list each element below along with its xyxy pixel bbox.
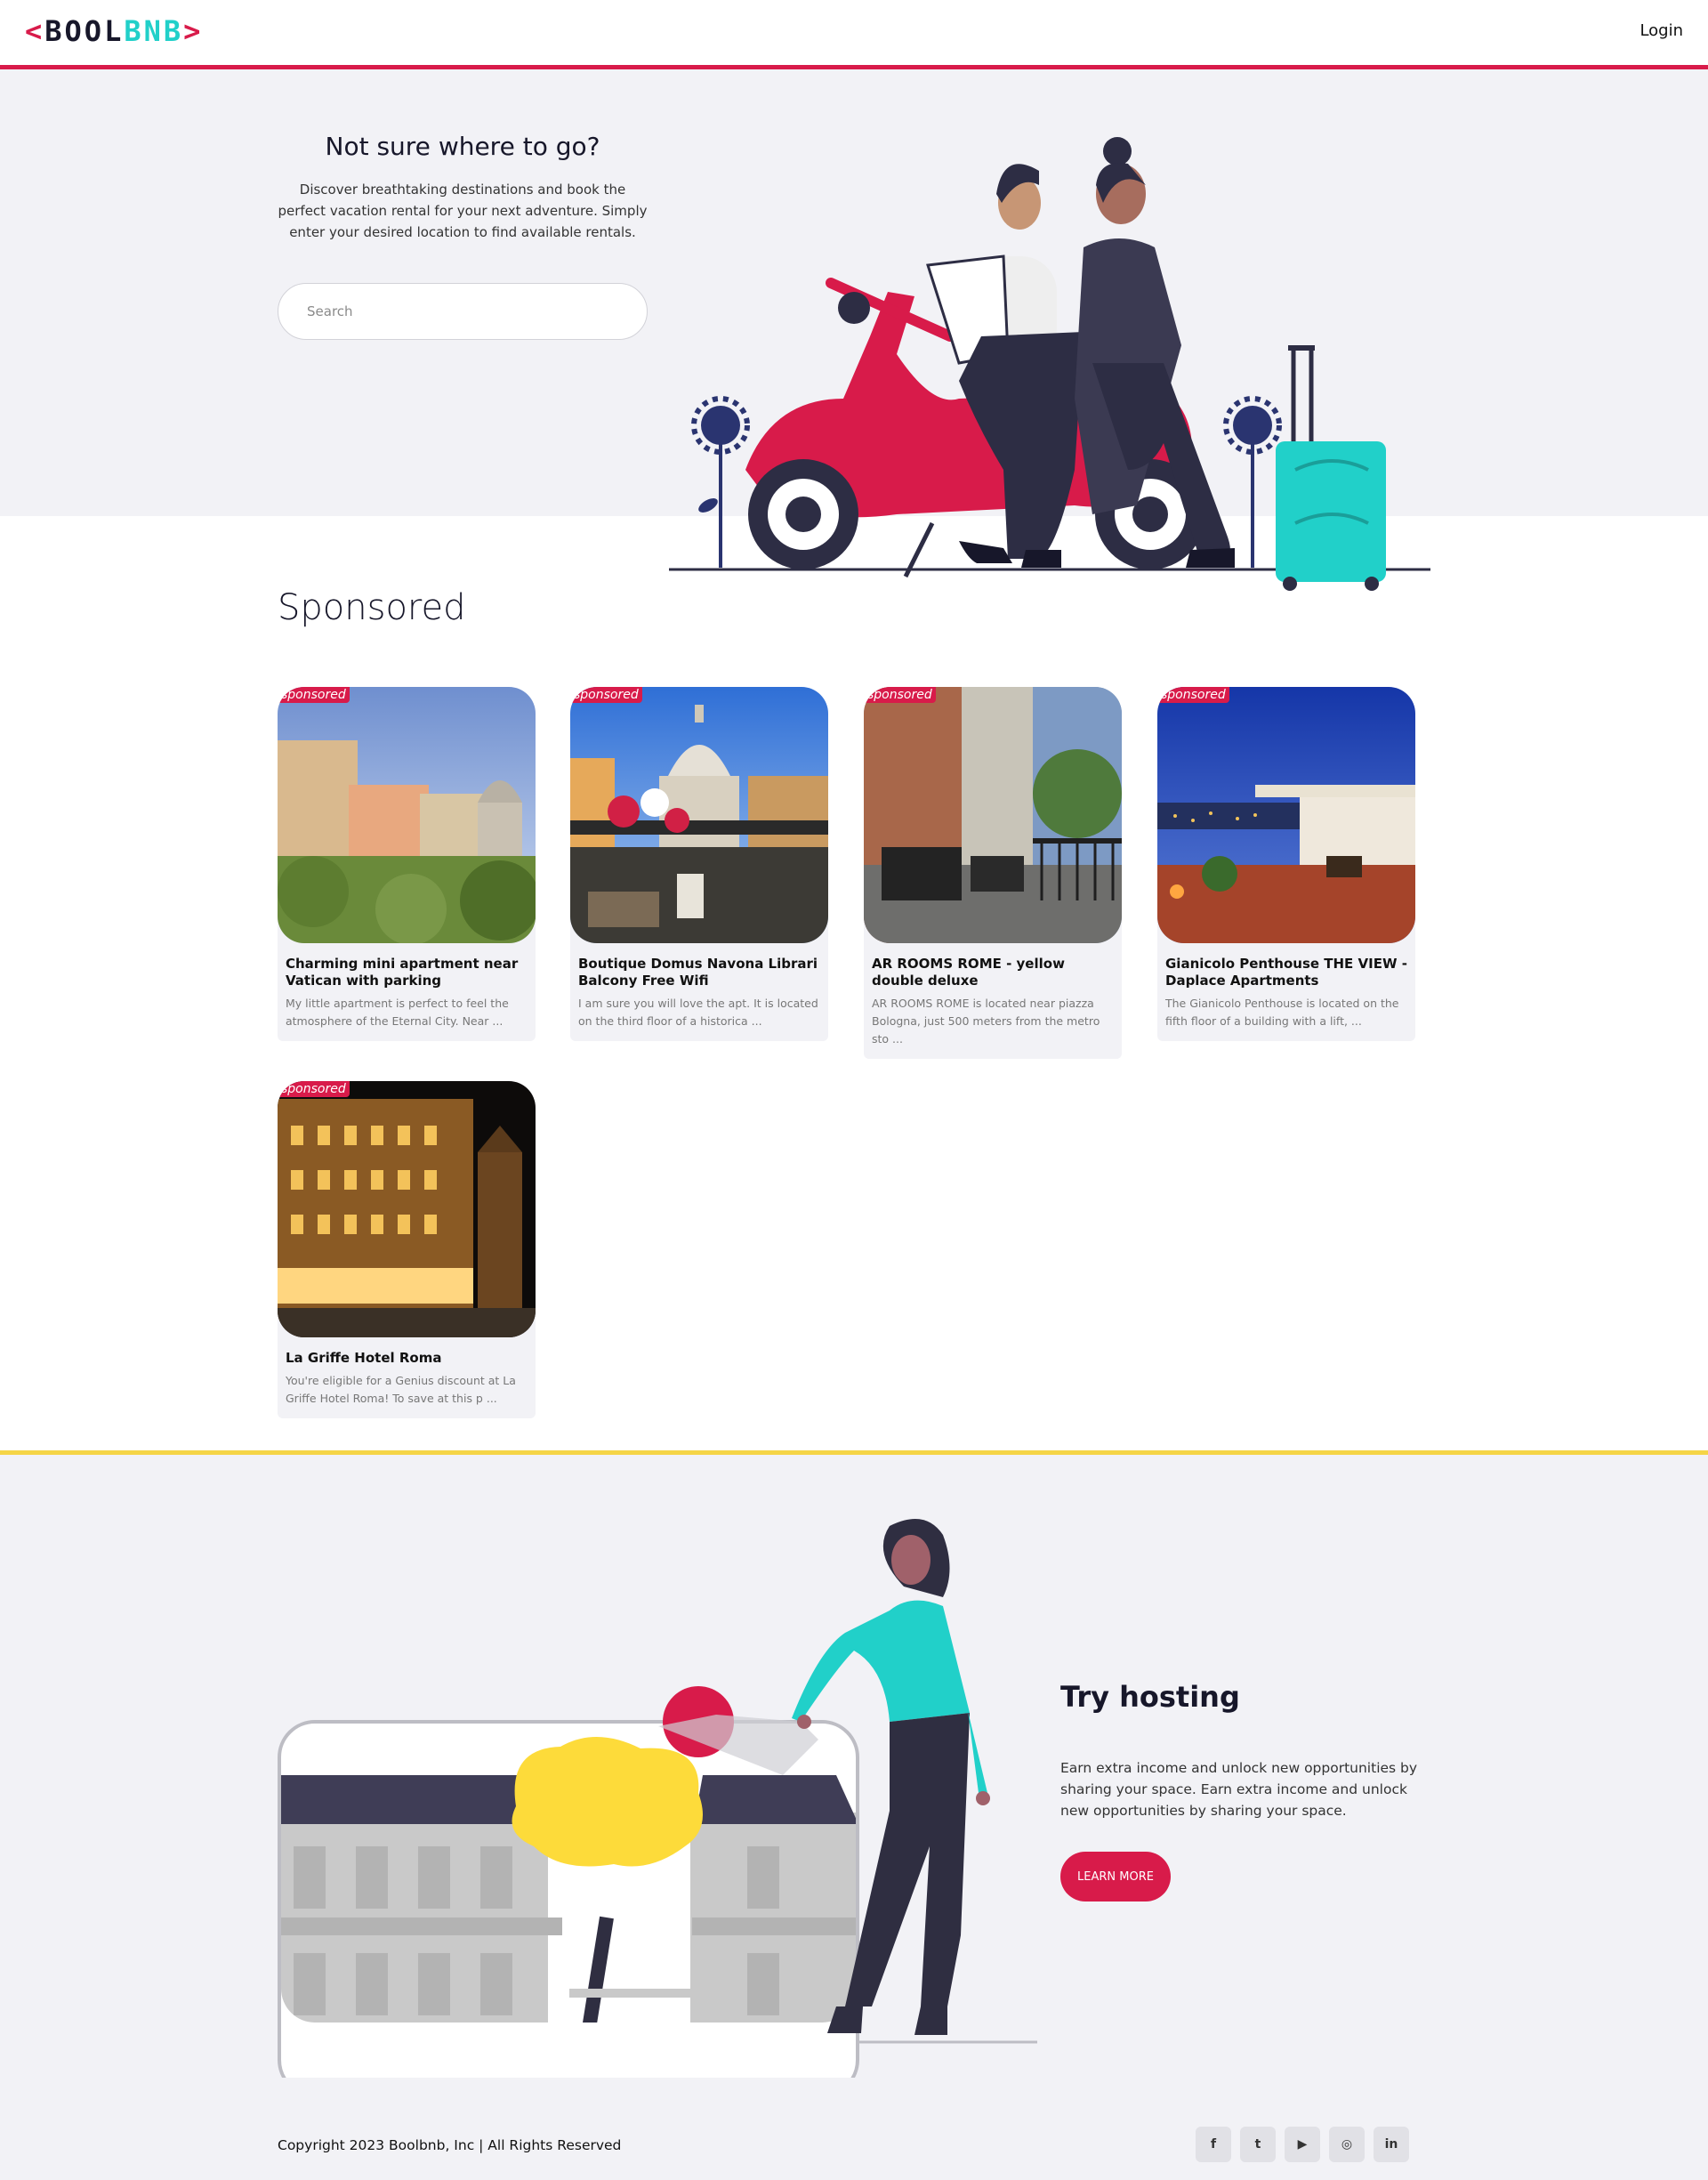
logo-bracket-left: < <box>25 14 45 48</box>
card-body: La Griffe Hotel Roma You're eligible for… <box>278 1337 536 1418</box>
property-description: My little apartment is perfect to feel t… <box>286 997 509 1028</box>
property-description: The Gianicolo Penthouse is located on th… <box>1165 997 1399 1028</box>
hero-text: Not sure where to go? Discover breathtak… <box>278 132 648 243</box>
scooter-travelers-illustration <box>669 137 1430 591</box>
sponsored-badge: sponsored <box>570 687 642 703</box>
card-body: Gianicolo Penthouse THE VIEW - Daplace A… <box>1157 943 1415 1041</box>
property-description: AR ROOMS ROME is located near piazza Bol… <box>872 997 1100 1046</box>
property-card[interactable]: sponsored Boutique Domus Navona Librari … <box>570 687 828 1041</box>
property-title[interactable]: Gianicolo Penthouse THE VIEW - Daplace A… <box>1165 956 1408 989</box>
property-description: I am sure you will love the apt. It is l… <box>578 997 818 1028</box>
social-links: f t ▶ ◎ in <box>1196 2127 1409 2162</box>
instagram-icon[interactable]: ◎ <box>1329 2127 1365 2162</box>
property-card[interactable]: sponsored Gianicolo Penthouse THE VIEW -… <box>1157 687 1415 1041</box>
property-title[interactable]: Boutique Domus Navona Librari Balcony Fr… <box>578 956 821 989</box>
property-card[interactable]: sponsored La Griffe Hotel Roma You're el… <box>278 1081 536 1418</box>
card-body: Boutique Domus Navona Librari Balcony Fr… <box>570 943 828 1041</box>
youtube-icon[interactable]: ▶ <box>1285 2127 1320 2162</box>
suitcase <box>1276 345 1386 591</box>
sponsored-badge: sponsored <box>278 687 350 703</box>
property-card[interactable]: sponsored AR ROOMS ROME - yellow double … <box>864 687 1122 1059</box>
logo[interactable]: < BOOL BNB > <box>25 14 203 48</box>
sponsored-section-title: Sponsored <box>278 587 466 628</box>
flower-left <box>691 396 750 568</box>
learn-more-button[interactable]: LEARN MORE <box>1060 1852 1171 1901</box>
hosting-description: Earn extra income and unlock new opportu… <box>1060 1760 1418 1819</box>
property-photo <box>278 687 536 943</box>
property-image[interactable]: sponsored <box>1157 687 1415 943</box>
property-image[interactable]: sponsored <box>278 687 536 943</box>
sponsored-badge: sponsored <box>1157 687 1229 703</box>
property-card[interactable]: sponsored Charming mini apartment near V… <box>278 687 536 1041</box>
property-description: You're eligible for a Genius discount at… <box>286 1374 516 1405</box>
twitter-icon[interactable]: t <box>1240 2127 1276 2162</box>
property-image[interactable]: sponsored <box>278 1081 536 1337</box>
card-body: AR ROOMS ROME - yellow double deluxe AR … <box>864 943 1122 1059</box>
copyright-text: Copyright 2023 Boolbnb, Inc | All Rights… <box>278 2137 622 2153</box>
search-input[interactable] <box>278 283 648 340</box>
property-image[interactable]: sponsored <box>864 687 1122 943</box>
property-title[interactable]: Charming mini apartment near Vatican wit… <box>286 956 528 989</box>
logo-text-bool: BOOL <box>44 14 125 48</box>
linkedin-icon[interactable]: in <box>1374 2127 1409 2162</box>
sponsored-badge: sponsored <box>864 687 936 703</box>
property-image[interactable]: sponsored <box>570 687 828 943</box>
property-photo <box>1157 687 1415 943</box>
navbar: < BOOL BNB > Login <box>0 0 1708 69</box>
card-body: Charming mini apartment near Vatican wit… <box>278 943 536 1041</box>
hero-title: Not sure where to go? <box>325 132 600 161</box>
hosting-section: Try hosting Earn extra income and unlock… <box>0 1450 1708 2109</box>
hosting-illustration <box>278 1519 1037 2078</box>
flower-right <box>1223 396 1282 568</box>
footer: Copyright 2023 Boolbnb, Inc | All Rights… <box>0 2109 1708 2180</box>
hero-description: Discover breathtaking destinations and b… <box>278 182 648 240</box>
property-photo <box>278 1081 536 1337</box>
sponsored-badge: sponsored <box>278 1081 350 1097</box>
property-photo <box>570 687 828 943</box>
logo-bracket-right: > <box>183 14 204 48</box>
property-photo <box>864 687 1122 943</box>
logo-text-bnb: BNB <box>124 14 184 48</box>
facebook-icon[interactable]: f <box>1196 2127 1231 2162</box>
property-title[interactable]: La Griffe Hotel Roma <box>286 1350 528 1367</box>
property-title[interactable]: AR ROOMS ROME - yellow double deluxe <box>872 956 1115 989</box>
hosting-title: Try hosting <box>1060 1680 1240 1714</box>
login-link[interactable]: Login <box>1640 21 1683 40</box>
